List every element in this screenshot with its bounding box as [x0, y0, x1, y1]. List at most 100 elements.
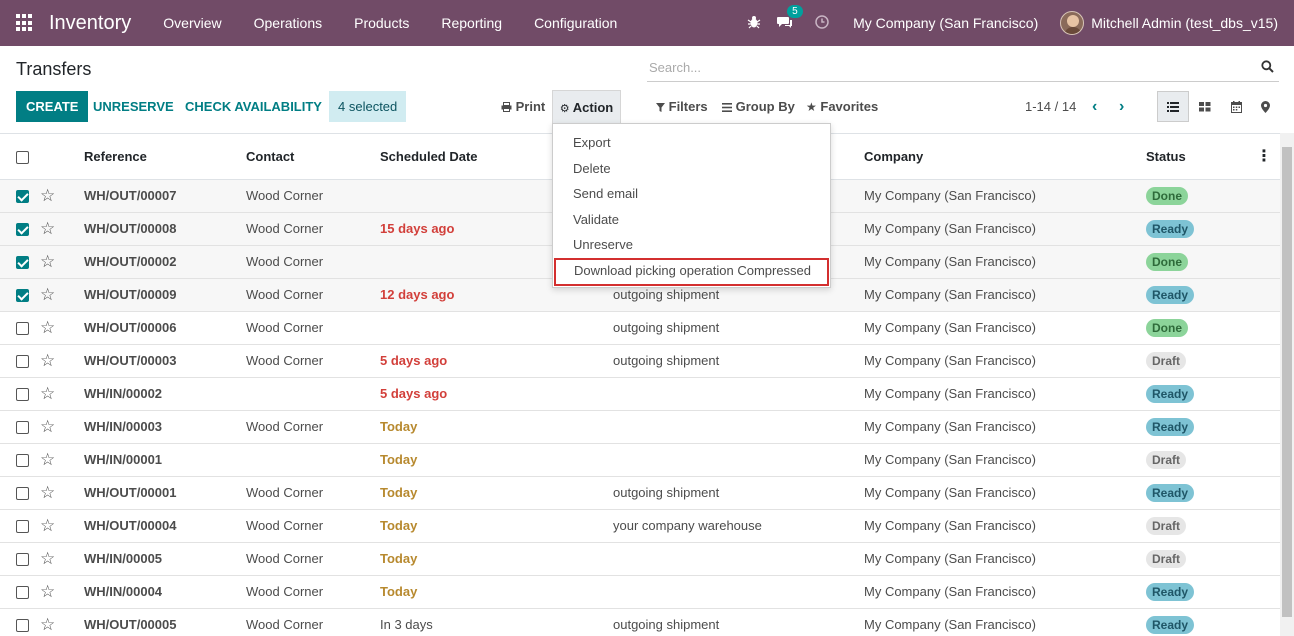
row-contact: Wood Corner	[246, 343, 380, 377]
search-icon[interactable]	[1261, 60, 1274, 73]
row-scheduled-date: In 3 days	[380, 607, 613, 636]
table-row[interactable]: ☆ WH/OUT/00006 Wood Corner outgoing shipmen…	[0, 310, 1280, 344]
table-row[interactable]: ☆ WH/OUT/00001 Wood Corner Today outgoing sh…	[0, 475, 1280, 509]
row-source-document	[613, 574, 864, 608]
menu-products[interactable]: Products	[338, 15, 425, 31]
menu-overview[interactable]: Overview	[147, 15, 237, 31]
priority-star-icon[interactable]: ☆	[40, 384, 55, 403]
row-reference: WH/IN/00001	[84, 442, 246, 476]
chat-icon[interactable]: 5	[777, 4, 803, 32]
row-reference: WH/OUT/00009	[84, 277, 246, 311]
action-send-email[interactable]: Send email	[553, 181, 830, 207]
row-company: My Company (San Francisco)	[864, 376, 1146, 410]
row-checkbox[interactable]	[16, 454, 29, 468]
check-availability-button[interactable]: CHECK AVAILABILITY	[185, 91, 322, 122]
row-checkbox[interactable]	[16, 487, 29, 501]
user-avatar[interactable]	[1060, 11, 1085, 35]
pager-next-icon[interactable]: ›	[1119, 91, 1124, 122]
priority-star-icon[interactable]: ☆	[40, 483, 55, 502]
row-checkbox[interactable]	[16, 289, 29, 303]
menu-configuration[interactable]: Configuration	[518, 15, 633, 31]
column-status[interactable]: Status	[1146, 134, 1256, 180]
row-checkbox[interactable]	[16, 322, 29, 336]
scrollbar-thumb[interactable]	[1282, 147, 1292, 617]
app-name[interactable]: Inventory	[49, 12, 131, 35]
row-checkbox[interactable]	[16, 256, 29, 270]
print-button[interactable]: Print	[501, 91, 545, 122]
priority-star-icon[interactable]: ☆	[40, 318, 55, 337]
action-unreserve[interactable]: Unreserve	[553, 232, 830, 258]
row-checkbox[interactable]	[16, 388, 29, 402]
status-badge: Done	[1146, 252, 1188, 271]
row-checkbox[interactable]	[16, 619, 29, 633]
priority-star-icon[interactable]: ☆	[40, 252, 55, 271]
search-input[interactable]	[647, 55, 1247, 79]
unreserve-button[interactable]: UNRESERVE	[93, 91, 174, 122]
table-row[interactable]: ☆ WH/OUT/00004 Wood Corner Today your compan…	[0, 508, 1280, 542]
row-source-document: your company warehouse	[613, 508, 864, 542]
vertical-scrollbar[interactable]	[1280, 133, 1294, 636]
action-validate[interactable]: Validate	[553, 207, 830, 233]
table-row[interactable]: ☆ WH/IN/00004 Wood Corner Today My Company (…	[0, 574, 1280, 608]
priority-star-icon[interactable]: ☆	[40, 351, 55, 370]
priority-star-icon[interactable]: ☆	[40, 615, 55, 634]
row-checkbox[interactable]	[16, 520, 29, 534]
row-checkbox[interactable]	[16, 586, 29, 600]
priority-star-icon[interactable]: ☆	[40, 450, 55, 469]
priority-star-icon[interactable]: ☆	[40, 549, 55, 568]
map-view-button[interactable]	[1249, 91, 1281, 122]
table-row[interactable]: ☆ WH/IN/00002 5 days ago My Company (San Fr…	[0, 376, 1280, 410]
select-all-checkbox[interactable]	[16, 150, 29, 164]
group-by-button[interactable]: Group By	[722, 91, 795, 122]
row-source-document	[613, 409, 864, 443]
company-switcher[interactable]: My Company (San Francisco)	[853, 15, 1038, 31]
row-checkbox[interactable]	[16, 553, 29, 567]
status-badge: Ready	[1146, 483, 1195, 502]
action-button[interactable]: ⚙ Action	[552, 90, 621, 123]
action-delete[interactable]: Delete	[553, 156, 830, 182]
create-button[interactable]: CREATE	[16, 91, 89, 122]
apps-menu-icon[interactable]	[16, 14, 34, 32]
row-reference: WH/IN/00005	[84, 541, 246, 575]
row-company: My Company (San Francisco)	[864, 244, 1146, 278]
row-source-document	[613, 541, 864, 575]
priority-star-icon[interactable]: ☆	[40, 186, 55, 205]
search-bar	[647, 55, 1279, 82]
column-reference[interactable]: Reference	[84, 134, 246, 180]
row-checkbox[interactable]	[16, 223, 29, 237]
debug-bug-icon[interactable]	[747, 15, 761, 32]
column-options-icon[interactable]: ⋮	[1256, 134, 1280, 180]
row-scheduled-date: Today	[380, 475, 613, 509]
row-scheduled-date	[380, 310, 613, 344]
list-view-button[interactable]	[1157, 91, 1189, 122]
table-row[interactable]: ☆ WH/IN/00005 Wood Corner Today My Company (…	[0, 541, 1280, 575]
priority-star-icon[interactable]: ☆	[40, 582, 55, 601]
pager-value[interactable]: 1-14 / 14	[1025, 91, 1076, 122]
pager-previous-icon[interactable]: ‹	[1092, 91, 1097, 122]
print-icon	[501, 102, 512, 112]
user-menu[interactable]: Mitchell Admin (test_dbs_v15)	[1091, 15, 1278, 31]
action-export[interactable]: Export	[553, 130, 830, 156]
priority-star-icon[interactable]: ☆	[40, 285, 55, 304]
priority-star-icon[interactable]: ☆	[40, 516, 55, 535]
row-checkbox[interactable]	[16, 421, 29, 435]
action-download-picking-compressed[interactable]: Download picking operation Compressed	[554, 257, 829, 286]
table-row[interactable]: ☆ WH/OUT/00003 Wood Corner 5 days ago outgoi…	[0, 343, 1280, 377]
table-row[interactable]: ☆ WH/IN/00003 Wood Corner Today My Company (…	[0, 409, 1280, 443]
column-contact[interactable]: Contact	[246, 134, 380, 180]
row-checkbox[interactable]	[16, 190, 29, 204]
priority-star-icon[interactable]: ☆	[40, 417, 55, 436]
row-checkbox[interactable]	[16, 355, 29, 369]
filters-button[interactable]: Filters	[656, 91, 708, 122]
table-row[interactable]: ☆ WH/OUT/00005 Wood Corner In 3 days outgoin…	[0, 607, 1280, 636]
table-row[interactable]: ☆ WH/IN/00001 Today My Company (San Francis…	[0, 442, 1280, 476]
column-company[interactable]: Company	[864, 134, 1146, 180]
menu-reporting[interactable]: Reporting	[425, 15, 518, 31]
calendar-view-button[interactable]	[1220, 91, 1252, 122]
favorites-button[interactable]: ★ Favorites	[806, 91, 878, 122]
menu-operations[interactable]: Operations	[238, 15, 338, 31]
kanban-view-button[interactable]	[1189, 91, 1221, 122]
priority-star-icon[interactable]: ☆	[40, 219, 55, 238]
row-company: My Company (San Francisco)	[864, 607, 1146, 636]
activity-clock-icon[interactable]	[815, 14, 829, 32]
